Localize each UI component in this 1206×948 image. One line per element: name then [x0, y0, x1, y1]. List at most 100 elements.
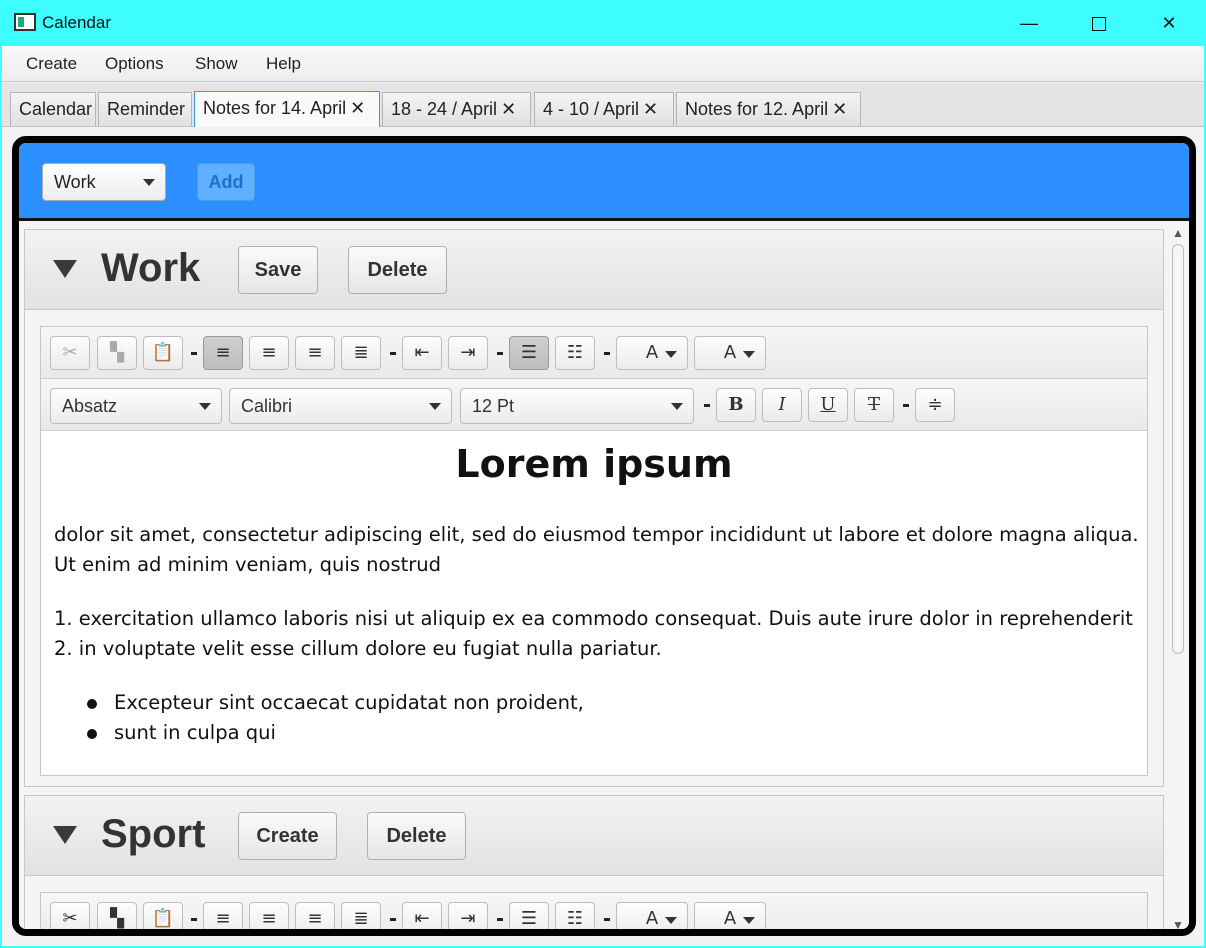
cut-icon[interactable]: ✂ — [50, 902, 90, 929]
tab-4-10-april[interactable]: 4 - 10 / April ✕ — [534, 92, 674, 126]
title-bar: Calendar — ✕ — [0, 0, 1206, 46]
category-select-value: Work — [54, 172, 96, 192]
scroll-down-icon[interactable]: ▼ — [1172, 918, 1184, 929]
background-color-picker[interactable]: A — [694, 902, 766, 929]
tab-notes-14-april[interactable]: Notes for 14. April ✕ — [194, 91, 380, 127]
italic-icon[interactable]: I — [762, 388, 802, 422]
font-size-select[interactable]: 12 Pt — [460, 388, 694, 424]
app-icon — [14, 13, 36, 31]
bullet-dot — [87, 699, 97, 709]
close-icon[interactable]: ✕ — [350, 98, 365, 118]
numbered-list-item: 1. exercitation ullamco laboris nisi ut … — [54, 607, 1133, 630]
indent-icon[interactable]: ⇥ — [448, 902, 488, 929]
menu-bar: Create Options Show Help — [2, 46, 1204, 82]
tab-bar: Calendar Reminder Notes for 14. April ✕ 1… — [2, 83, 1204, 127]
separator — [903, 404, 909, 407]
cut-icon[interactable]: ✂ — [50, 336, 90, 370]
collapse-triangle-icon[interactable] — [53, 826, 77, 844]
chevron-down-icon — [743, 351, 755, 358]
justify-icon[interactable]: ≣ — [341, 902, 381, 929]
font-family-select[interactable]: Calibri — [229, 388, 452, 424]
text-color-picker[interactable]: A — [616, 336, 688, 370]
align-right-icon[interactable]: ≡ — [295, 336, 335, 370]
notes-top-bar: Work Add — [19, 143, 1189, 221]
section-header[interactable]: Sport Create Delete — [25, 796, 1163, 876]
bullet-dot — [87, 729, 97, 739]
align-right-icon[interactable]: ≡ — [295, 902, 335, 929]
paste-icon[interactable]: 📋 — [143, 902, 183, 929]
tab-calendar[interactable]: Calendar — [10, 92, 96, 126]
bullet-list-item: sunt in culpa qui — [114, 721, 276, 744]
horizontal-rule-icon[interactable]: ≑ — [915, 388, 955, 422]
bold-icon[interactable]: B — [716, 388, 756, 422]
minimize-button[interactable]: — — [1006, 8, 1052, 38]
tab-label: Notes for 14. April — [203, 98, 347, 118]
paste-icon[interactable]: 📋 — [143, 336, 183, 370]
window-title: Calendar — [42, 13, 111, 32]
strikethrough-icon[interactable]: T — [854, 388, 894, 422]
tab-notes-12-april[interactable]: Notes for 12. April ✕ — [676, 92, 861, 126]
editor-toolbar-top: ✂ ▚ 📋 ≡ ≡ ≡ ≣ ⇤ ⇥ ☰ ☷ A A — [41, 893, 1147, 929]
underline-icon[interactable]: U — [808, 388, 848, 422]
separator — [497, 918, 503, 921]
category-select[interactable]: Work — [42, 163, 166, 201]
tab-18-24-april[interactable]: 18 - 24 / April ✕ — [382, 92, 531, 126]
close-icon[interactable]: ✕ — [643, 99, 658, 119]
section-title: Sport — [101, 812, 206, 856]
align-center-icon[interactable]: ≡ — [249, 336, 289, 370]
notes-scroll-area[interactable]: Work Save Delete ✂ ▚ 📋 ≡ ≡ ≡ ≣ ⇤ ⇥ ☰ ☷ A… — [19, 224, 1189, 929]
collapse-triangle-icon[interactable] — [53, 260, 77, 278]
create-button[interactable]: Create — [238, 812, 337, 860]
paragraph-style-select[interactable]: Absatz — [50, 388, 222, 424]
background-color-picker[interactable]: A — [694, 336, 766, 370]
numbered-list-icon[interactable]: ☷ — [555, 902, 595, 929]
bullet-list-item: Excepteur sint occaecat cupidatat non pr… — [114, 691, 584, 714]
copy-icon[interactable]: ▚ — [97, 902, 137, 929]
delete-button[interactable]: Delete — [367, 812, 466, 860]
bullet-list-icon[interactable]: ☰ — [509, 902, 549, 929]
background-color-icon: A — [723, 342, 737, 363]
menu-create[interactable]: Create — [26, 54, 77, 74]
editor-document[interactable]: Lorem ipsum dolor sit amet, consectetur … — [41, 432, 1147, 775]
bullet-list-icon[interactable]: ☰ — [509, 336, 549, 370]
save-button[interactable]: Save — [238, 246, 318, 294]
outdent-icon[interactable]: ⇤ — [402, 902, 442, 929]
justify-icon[interactable]: ≣ — [341, 336, 381, 370]
vertical-scrollbar[interactable]: ▲ ▼ — [1169, 224, 1187, 929]
application-window: Calendar — ✕ Create Options Show Help Ca… — [0, 0, 1206, 948]
tab-label: 4 - 10 / April — [543, 99, 640, 119]
menu-help[interactable]: Help — [266, 54, 301, 74]
align-left-icon[interactable]: ≡ — [203, 902, 243, 929]
chevron-down-icon — [143, 179, 155, 186]
editor-toolbar-bottom: Absatz Calibri 12 Pt B I U T ≑ — [41, 379, 1147, 431]
paragraph-style-value: Absatz — [62, 396, 118, 416]
delete-button[interactable]: Delete — [348, 246, 447, 294]
background-color-icon: A — [723, 908, 737, 929]
copy-icon[interactable]: ▚ — [97, 336, 137, 370]
menu-show[interactable]: Show — [195, 54, 238, 74]
close-icon[interactable]: ✕ — [832, 99, 847, 119]
indent-icon[interactable]: ⇥ — [448, 336, 488, 370]
font-family-value: Calibri — [241, 396, 293, 416]
close-button[interactable]: ✕ — [1146, 8, 1192, 38]
text-color-picker[interactable]: A — [616, 902, 688, 929]
numbered-list-icon[interactable]: ☷ — [555, 336, 595, 370]
add-button[interactable]: Add — [197, 163, 255, 201]
align-left-icon[interactable]: ≡ — [203, 336, 243, 370]
chevron-down-icon — [665, 917, 677, 924]
document-paragraph: Ut enim ad minim veniam, quis nostrud — [54, 553, 442, 576]
scrollbar-thumb[interactable] — [1172, 244, 1184, 654]
maximize-button[interactable] — [1076, 8, 1122, 38]
outdent-icon[interactable]: ⇤ — [402, 336, 442, 370]
separator — [497, 352, 503, 355]
window-content: Create Options Show Help Calendar Remind… — [2, 46, 1204, 946]
section-header[interactable]: Work Save Delete — [25, 230, 1163, 310]
separator — [390, 352, 396, 355]
align-center-icon[interactable]: ≡ — [249, 902, 289, 929]
menu-options[interactable]: Options — [105, 54, 164, 74]
tab-reminder[interactable]: Reminder — [98, 92, 192, 126]
scroll-up-icon[interactable]: ▲ — [1172, 226, 1184, 240]
close-icon[interactable]: ✕ — [501, 99, 516, 119]
separator — [191, 352, 197, 355]
chevron-down-icon — [671, 403, 683, 410]
